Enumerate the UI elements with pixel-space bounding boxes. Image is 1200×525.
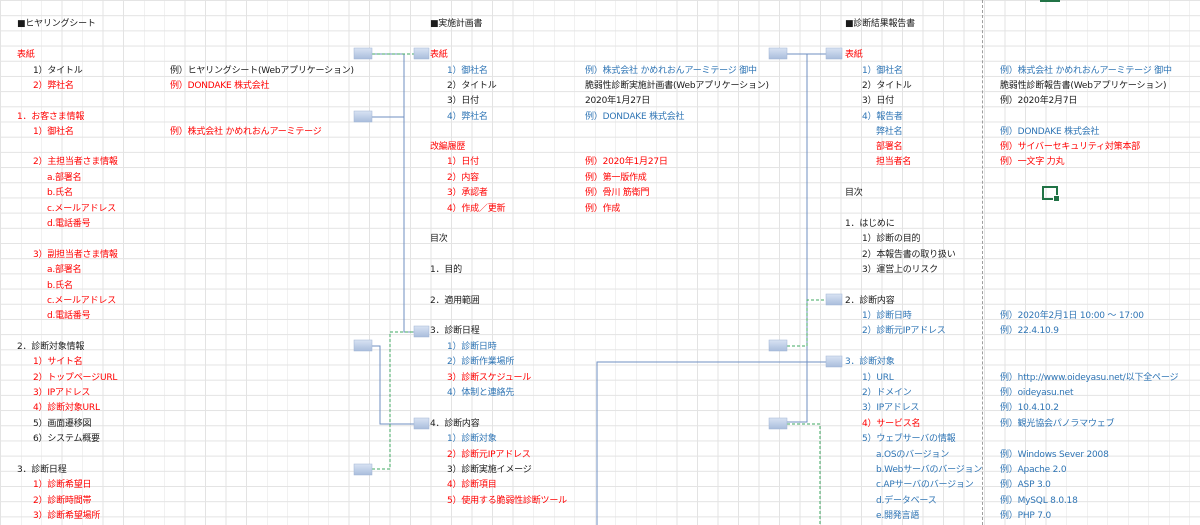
connector-line xyxy=(372,53,414,333)
connector-box xyxy=(413,417,430,430)
selected-cell[interactable] xyxy=(1042,186,1060,202)
connector-box xyxy=(825,293,843,306)
connector-box xyxy=(353,339,373,352)
connector-box xyxy=(768,339,788,352)
connector-line xyxy=(596,361,826,525)
connector-box xyxy=(413,47,430,60)
connector-box xyxy=(825,47,843,60)
connector-box xyxy=(413,325,430,338)
connector-box xyxy=(353,463,373,476)
fill-handle[interactable] xyxy=(1053,195,1060,202)
connector-box xyxy=(768,47,788,60)
spreadsheet-grid: ■ヒヤリングシート 表紙 1）タイトル 例）ヒヤリングシート(Webアプリケーシ… xyxy=(0,0,1200,525)
connector-box xyxy=(353,47,373,60)
connector-line xyxy=(787,53,808,423)
connector-dashed xyxy=(787,423,821,525)
connector-diagram xyxy=(353,47,843,525)
connector-box xyxy=(353,110,373,123)
column-selection-marker xyxy=(1040,0,1060,2)
connector-dashed xyxy=(372,331,414,470)
connector-line xyxy=(372,345,414,425)
connector-box xyxy=(768,417,788,430)
connector-box xyxy=(825,355,843,368)
